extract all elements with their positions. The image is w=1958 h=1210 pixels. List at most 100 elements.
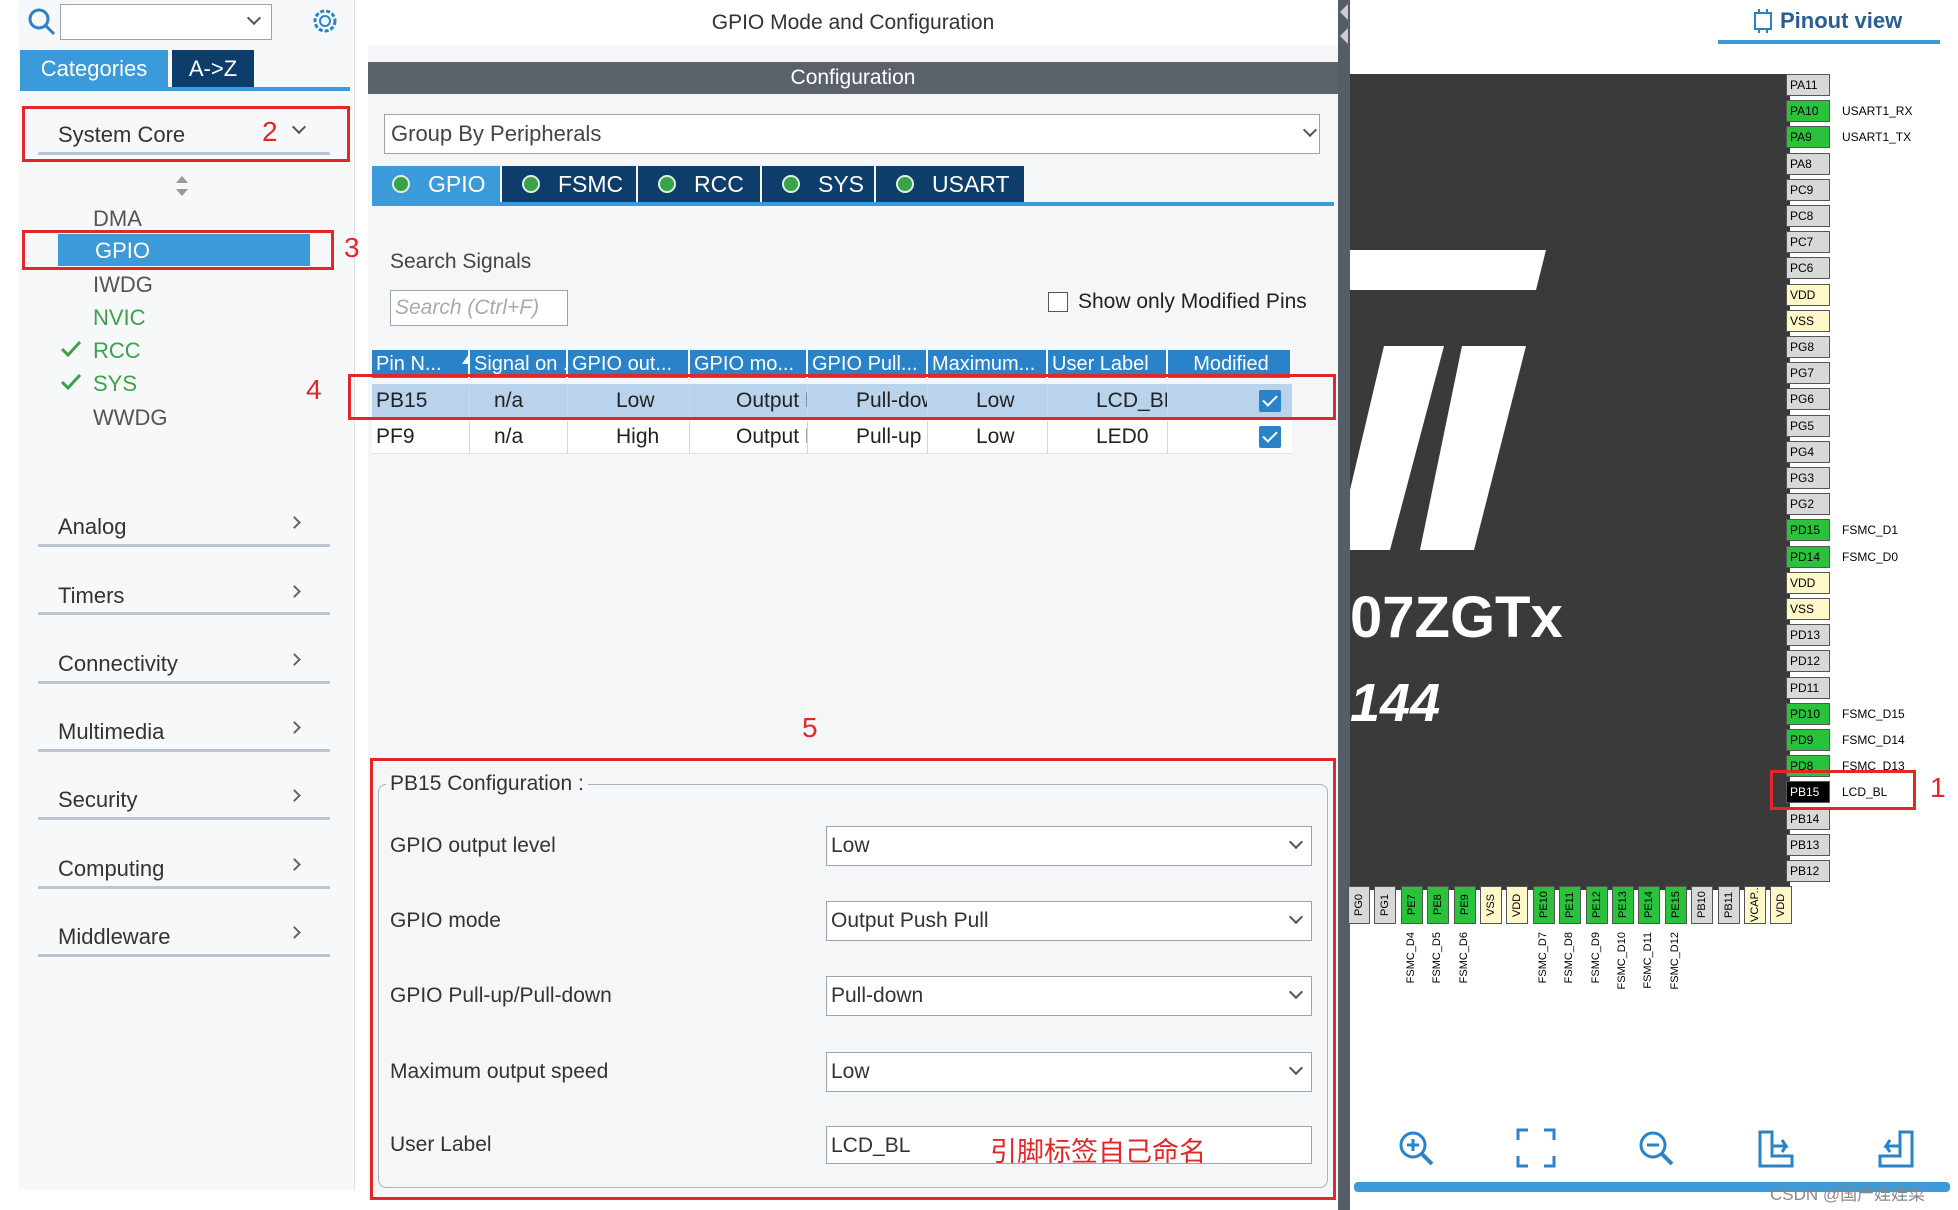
pin-pd9[interactable]: PD9 [1786,729,1830,751]
group-by-select[interactable]: Group By Peripherals [384,114,1320,154]
pin-pg3[interactable]: PG3 [1786,467,1830,489]
group-timers[interactable]: Timers [58,583,124,609]
pin-pe11[interactable]: PE11 [1559,886,1582,924]
pin-pb10[interactable]: PB10 [1691,886,1714,924]
pin-vdd[interactable]: VDD [1786,571,1830,594]
configuration-bar: Configuration [368,62,1338,94]
left-panel: Categories A->Z System Core DMA GPIO IWD… [0,0,360,1210]
pin-pc7[interactable]: PC7 [1786,231,1830,254]
pin-pg1[interactable]: PG1 [1374,886,1397,924]
pin-pg0[interactable]: PG0 [1348,886,1370,924]
gear-icon[interactable] [310,6,340,36]
pin-vdd[interactable]: VDD [1506,886,1529,924]
pin-vcap[interactable]: VCAP.. [1744,886,1766,924]
pin-pd13[interactable]: PD13 [1786,624,1830,647]
gpio-config-panel: GPIO Mode and Configuration Configuratio… [348,0,1338,1210]
check-circle-icon [392,175,410,193]
sub-item-sys[interactable]: SYS [93,371,137,397]
group-middleware[interactable]: Middleware [58,924,171,950]
tab-gpio[interactable]: GPIO [372,166,500,202]
pin-pe15[interactable]: PE15 [1664,886,1687,924]
divider [38,749,330,752]
pin-pe10[interactable]: PE10 [1532,886,1555,924]
zoom-in-icon[interactable] [1396,1128,1436,1168]
pin-pe12[interactable]: PE12 [1585,886,1608,924]
tab-usart[interactable]: USART [876,166,1024,202]
sub-item-dma[interactable]: DMA [93,206,142,232]
search-combo-input[interactable] [60,4,272,40]
sub-item-iwdg[interactable]: IWDG [93,272,153,298]
collapse-arrow-icon[interactable] [1338,0,1350,50]
sort-icon[interactable] [174,176,190,196]
rotate-icon[interactable] [1876,1128,1916,1168]
pin-pg7[interactable]: PG7 [1786,362,1830,385]
pin-pc9[interactable]: PC9 [1786,178,1830,201]
pin-pe9[interactable]: PE9 [1453,886,1476,924]
pin-pb12[interactable]: PB12 [1786,860,1830,882]
gpio-mode-select[interactable]: Output Push Pull [826,901,1312,941]
search-signals-input[interactable]: Search (Ctrl+F) [390,290,568,326]
pin-pg5[interactable]: PG5 [1786,414,1830,437]
pin-pa9[interactable]: PA9 [1786,126,1830,149]
fit-screen-icon[interactable] [1516,1128,1556,1168]
cfg-label: GPIO output level [390,834,556,857]
chip-part-text: 07ZGTx [1350,585,1563,650]
annotation-box-3 [22,230,334,270]
group-analog[interactable]: Analog [58,514,127,540]
pinout-view-title[interactable]: Pinout view [1780,8,1902,34]
pin-pd11[interactable]: PD11 [1786,676,1830,699]
pin-vss[interactable]: VSS [1786,309,1830,332]
zoom-out-icon[interactable] [1636,1128,1676,1168]
tab-rcc[interactable]: RCC [638,166,760,202]
divider [38,954,330,957]
group-computing[interactable]: Computing [58,856,164,882]
sub-item-wwdg[interactable]: WWDG [93,405,168,431]
pull-select[interactable]: Pull-down [826,976,1312,1016]
pin-vss[interactable]: VSS [1786,598,1830,620]
pin-pd10[interactable]: PD10 [1786,702,1830,725]
pin-pe8[interactable]: PE8 [1427,886,1450,924]
splitter-handle[interactable] [1338,0,1350,1210]
export-icon[interactable] [1756,1128,1796,1168]
pin-pd15[interactable]: PD15 [1786,519,1830,542]
pin-pa10[interactable]: PA10 [1786,100,1830,123]
sub-item-nvic[interactable]: NVIC [93,305,146,331]
group-security[interactable]: Security [58,787,137,813]
tab-sys[interactable]: SYS [762,166,874,202]
pin-signal-label: FSMC_D10 [1616,932,1628,990]
max-speed-select[interactable]: Low [826,1052,1312,1092]
pin-pa11[interactable]: PA11 [1786,74,1830,96]
tab-categories[interactable]: Categories [20,50,168,88]
pin-pd12[interactable]: PD12 [1786,650,1830,673]
tab-a-z[interactable]: A->Z [172,50,254,88]
tab-fsmc[interactable]: FSMC [502,166,636,202]
pin-vdd[interactable]: VDD [1786,283,1830,306]
pin-pc6[interactable]: PC6 [1786,257,1830,280]
pin-pe14[interactable]: PE14 [1638,886,1661,924]
check-circle-icon [658,175,676,193]
pin-vss[interactable]: VSS [1480,886,1502,924]
output-level-select[interactable]: Low [826,826,1312,866]
pin-pg2[interactable]: PG2 [1786,493,1830,516]
pin-pe7[interactable]: PE7 [1400,886,1423,924]
pin-pd14[interactable]: PD14 [1786,545,1830,568]
group-connectivity[interactable]: Connectivity [58,651,178,677]
input-value: LCD_BL [831,1134,911,1157]
pin-vdd[interactable]: VDD [1770,886,1793,924]
check-circle-icon [522,175,540,193]
pin-pe13[interactable]: PE13 [1612,886,1634,924]
mcu-chip[interactable]: 07ZGTx 144 [1350,74,1790,890]
pin-pa8[interactable]: PA8 [1786,152,1830,175]
pin-pb13[interactable]: PB13 [1786,833,1830,856]
show-modified-checkbox[interactable] [1048,292,1068,312]
modified-checkbox[interactable] [1259,426,1281,448]
pin-pg8[interactable]: PG8 [1786,336,1830,358]
pin-pc8[interactable]: PC8 [1786,205,1830,227]
group-multimedia[interactable]: Multimedia [58,719,164,745]
pin-pb14[interactable]: PB14 [1786,807,1830,830]
sub-item-rcc[interactable]: RCC [93,338,141,364]
search-icon[interactable] [26,6,58,38]
pin-pg4[interactable]: PG4 [1786,440,1830,463]
pin-pg6[interactable]: PG6 [1786,388,1830,411]
pin-pb11[interactable]: PB11 [1717,886,1740,924]
